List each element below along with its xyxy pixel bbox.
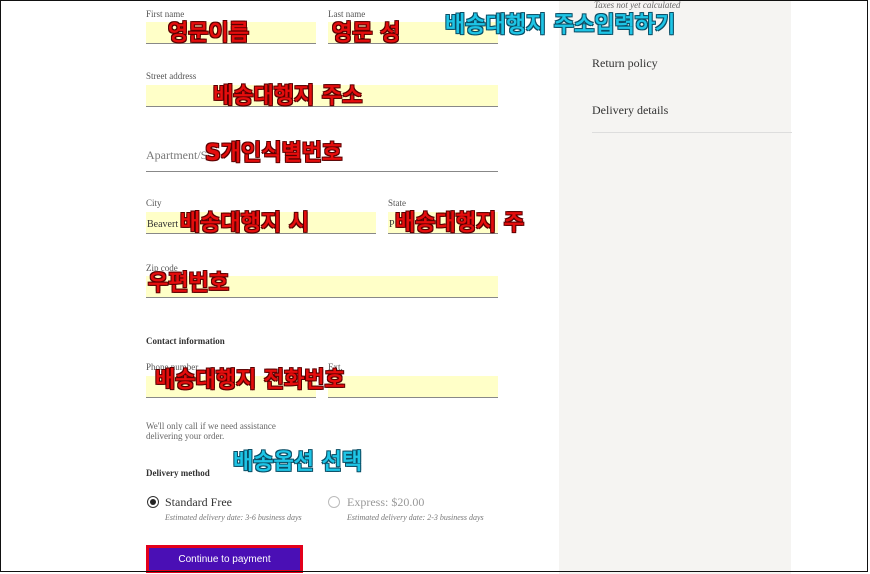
express-sub: Estimated delivery date: 2-3 business da… [347,513,484,522]
state-value: P [389,219,395,230]
street-label: Street address [146,71,197,81]
tax-note: Taxes not yet calculated [594,0,681,10]
annotation-zip: 우편번호 [148,271,229,296]
annotation-heading: 배송대행지 주소입력하기 [445,13,676,38]
annotation-first-name: 영문이름 [168,21,249,46]
summary-divider [592,132,792,133]
first-name-label: First name [146,9,185,19]
return-policy-link[interactable]: Return policy [592,56,792,71]
ext-field[interactable] [328,376,498,398]
annotation-city: 배송대행지 시 [180,211,310,236]
delivery-title: Delivery method [146,468,210,478]
annotation-street: 배송대행지 주소 [213,84,363,109]
annotation-delivery: 배송옵션 선택 [233,450,363,475]
last-name-label: Last name [328,9,366,19]
annotation-apartment: S개인식별번호 [205,141,343,166]
city-label: City [146,198,162,208]
city-value: Beavert [147,219,179,230]
annotation-state: 배송대행지 주 [395,211,525,236]
state-label: State [388,198,406,208]
standard-radio[interactable] [147,496,159,508]
delivery-details-link[interactable]: Delivery details [592,103,792,118]
annotation-last-name: 영문 성 [332,21,401,46]
contact-title: Contact information [146,336,225,346]
annotation-phone: 배송대행지 전화번호 [155,368,345,393]
continue-to-payment-button[interactable]: Continue to payment [146,545,303,573]
express-radio[interactable] [328,496,340,508]
express-label[interactable]: Express: $20.00 [347,495,424,510]
order-summary-panel: Taxes not yet calculated Return policy D… [559,0,792,574]
standard-sub: Estimated delivery date: 3-6 business da… [165,513,302,522]
contact-note: We'll only call if we need assistance de… [146,421,276,441]
apartment-placeholder: Apartment/S [146,148,208,162]
standard-label[interactable]: Standard Free [165,495,232,510]
